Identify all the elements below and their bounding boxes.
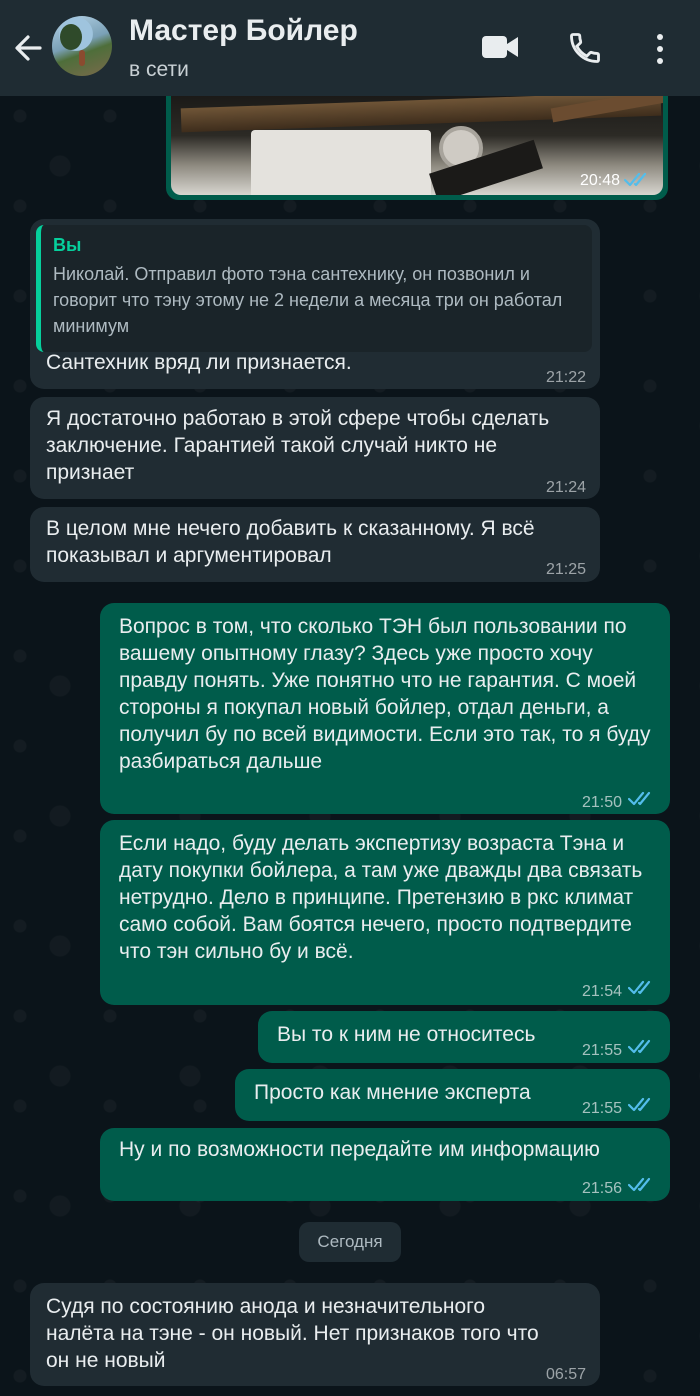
message-time: 21:55 — [581, 1042, 622, 1059]
message-time: 21:50 — [581, 794, 622, 811]
incoming-message[interactable]: Судя по состоянию анода и незначительног… — [30, 1283, 600, 1386]
outgoing-message[interactable]: Ну и по возможности передайте им информа… — [100, 1128, 670, 1201]
message-time: 21:22 — [545, 369, 586, 386]
more-options-icon[interactable] — [651, 32, 669, 66]
message-text: Вопрос в том, что сколько ТЭН был пользо… — [119, 615, 657, 773]
message-time: 21:24 — [545, 479, 586, 496]
incoming-message[interactable]: Я достаточно работаю в этой сфере чтобы … — [30, 397, 600, 499]
quoted-text: Николай. Отправил фото тэна сантехнику, … — [53, 264, 563, 336]
message-time: 21:55 — [581, 1100, 622, 1117]
photo-message[interactable]: 20:48 — [166, 96, 668, 200]
video-call-icon[interactable] — [481, 34, 519, 60]
message-time: 20:48 — [579, 172, 620, 189]
contact-status: в сети — [129, 58, 189, 81]
date-divider: Сегодня — [299, 1222, 401, 1262]
outgoing-message[interactable]: Просто как мнение эксперта 21:55 — [235, 1069, 670, 1121]
chat-header: Мастер Бойлер в сети — [0, 0, 700, 96]
back-arrow-icon[interactable] — [10, 30, 46, 66]
incoming-message[interactable]: В целом мне нечего добавить к сказанному… — [30, 507, 600, 582]
incoming-message[interactable]: Вы Николай. Отправил фото тэна сантехник… — [30, 219, 600, 389]
read-receipt-icon — [628, 1097, 651, 1112]
read-receipt-icon — [628, 980, 651, 995]
message-time: 21:56 — [581, 1180, 622, 1197]
message-time: 06:57 — [545, 1366, 586, 1383]
message-text: Ну и по возможности передайте им информа… — [119, 1138, 600, 1161]
message-time: 21:25 — [545, 561, 586, 578]
message-text: В целом мне нечего добавить к сказанному… — [46, 517, 541, 567]
phone-icon[interactable] — [567, 30, 603, 66]
quoted-message[interactable]: Вы Николай. Отправил фото тэна сантехник… — [36, 225, 592, 352]
outgoing-message[interactable]: Если надо, буду делать экспертизу возрас… — [100, 820, 670, 1005]
message-text: Сантехник вряд ли признается. — [46, 351, 352, 374]
message-text: Я достаточно работаю в этой сфере чтобы … — [46, 407, 556, 484]
read-receipt-icon — [628, 1177, 651, 1192]
message-time: 21:54 — [581, 983, 622, 1000]
quoted-sender: Вы — [53, 235, 82, 255]
outgoing-message[interactable]: Вопрос в том, что сколько ТЭН был пользо… — [100, 603, 670, 814]
read-receipt-icon — [624, 172, 647, 187]
message-text: Если надо, буду делать экспертизу возрас… — [119, 832, 649, 963]
outgoing-message[interactable]: Вы то к ним не относитесь 21:55 — [258, 1011, 670, 1063]
message-text: Судя по состоянию анода и незначительног… — [46, 1295, 545, 1372]
read-receipt-icon — [628, 791, 651, 806]
read-receipt-icon — [628, 1039, 651, 1054]
avatar[interactable] — [52, 16, 112, 76]
contact-name[interactable]: Мастер Бойлер — [129, 14, 358, 48]
